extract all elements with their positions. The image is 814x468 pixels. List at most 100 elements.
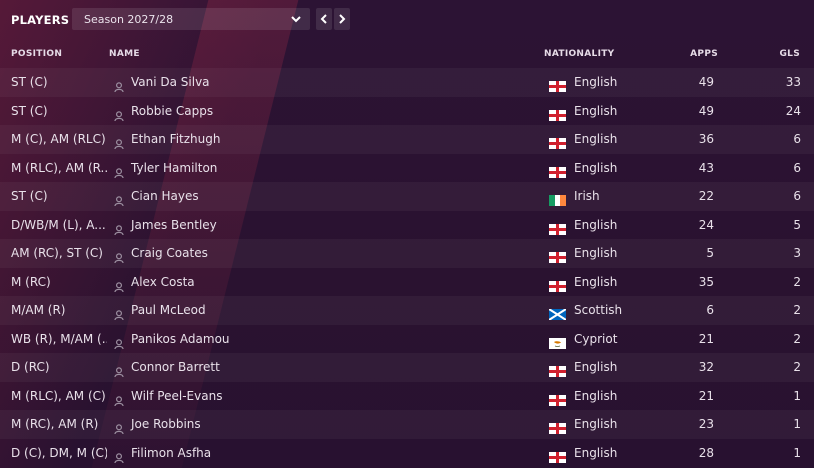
table-row[interactable]: M (C), AM (RLC) Ethan Fitzhugh English 3… (0, 125, 814, 154)
player-apps: 35 (698, 274, 714, 289)
previous-season-button[interactable] (316, 8, 332, 30)
player-apps: 28 (698, 445, 714, 460)
player-apps: 22 (698, 189, 714, 203)
table-row[interactable]: ST (C) Cian Hayes Irish 22 6 (0, 182, 814, 211)
season-dropdown[interactable]: Season 2027/28 (72, 8, 310, 30)
player-icon (114, 448, 124, 463)
player-name[interactable]: Joe Robbins (131, 417, 201, 431)
column-header-name[interactable]: NAME (109, 49, 140, 59)
panel-title: PLAYERS (11, 13, 70, 27)
table-row[interactable]: ST (C) Robbie Capps English 49 24 (0, 97, 814, 126)
column-header-nationality[interactable]: NATIONALITY (544, 49, 614, 59)
player-position: AM (RC), ST (C) (11, 246, 103, 260)
player-goals: 3 (793, 246, 801, 260)
player-apps: 43 (698, 160, 714, 175)
flag-england-icon (549, 106, 566, 121)
table-row[interactable]: M/AM (R) Paul McLeod Scottish 6 2 (0, 296, 814, 325)
player-position: M/AM (R) (11, 303, 66, 317)
player-icon (114, 362, 124, 378)
flag-ireland-icon (549, 191, 566, 206)
table-row[interactable]: D/WB/M (L), A... James Bentley English 2… (0, 211, 814, 240)
player-nationality: Scottish (574, 303, 623, 317)
player-nationality: English (574, 75, 618, 89)
players-table-body: ST (C) Vani Da Silva English 49 33 ST (C… (0, 68, 814, 467)
flag-england-icon (549, 419, 566, 434)
player-name[interactable]: Wilf Peel-Evans (131, 389, 222, 403)
flag-england-icon (549, 362, 566, 377)
player-nationality: English (574, 103, 618, 118)
player-apps: 5 (706, 246, 714, 260)
player-position: M (C), AM (RLC) (11, 132, 106, 146)
player-position: ST (C) (11, 189, 48, 203)
table-row[interactable]: ST (C) Vani Da Silva English 49 33 (0, 68, 814, 97)
table-row[interactable]: D (C), DM, M (C) Filimon Asfha English 2… (0, 439, 814, 468)
player-name[interactable]: Filimon Asfha (131, 446, 211, 460)
table-header: POSITION NAME NATIONALITY APPS GLS (0, 42, 814, 68)
player-name[interactable]: Vani Da Silva (131, 75, 210, 89)
column-header-apps[interactable]: APPS (690, 49, 718, 59)
flag-england-icon (549, 134, 566, 149)
player-position: M (RLC), AM (R... (11, 160, 107, 175)
player-name[interactable]: Tyler Hamilton (131, 161, 217, 175)
next-season-button[interactable] (334, 8, 350, 30)
player-goals: 2 (793, 331, 801, 346)
flag-england-icon (549, 277, 566, 292)
flag-england-icon (549, 448, 566, 463)
column-header-position[interactable]: POSITION (11, 49, 62, 59)
player-icon (114, 191, 124, 207)
player-icon (114, 419, 124, 435)
flag-england-icon (549, 163, 566, 178)
player-icon (114, 305, 124, 321)
player-nationality: English (574, 274, 618, 289)
player-name[interactable]: Robbie Capps (131, 104, 213, 118)
player-nationality: English (574, 160, 618, 175)
player-icon (114, 248, 124, 264)
player-icon (114, 106, 124, 121)
player-goals: 1 (793, 388, 801, 403)
player-goals: 1 (793, 417, 801, 431)
column-header-gls[interactable]: GLS (779, 49, 800, 59)
table-row[interactable]: WB (R), M/AM (... Panikos Adamou Cypriot… (0, 325, 814, 354)
player-position: D (C), DM, M (C) (11, 445, 107, 460)
player-nationality: English (574, 217, 618, 232)
player-icon (114, 220, 124, 235)
player-icon (114, 391, 124, 406)
player-nationality: English (574, 246, 618, 260)
player-icon (114, 134, 124, 150)
table-row[interactable]: M (RLC), AM (R... Tyler Hamilton English… (0, 154, 814, 183)
player-apps: 49 (698, 103, 714, 118)
player-position: M (RLC), AM (C) (11, 388, 106, 403)
player-name[interactable]: Alex Costa (131, 275, 195, 289)
player-name[interactable]: Paul McLeod (131, 303, 206, 317)
player-apps: 23 (698, 417, 714, 431)
player-apps: 32 (698, 360, 714, 374)
player-apps: 21 (698, 331, 714, 346)
player-name[interactable]: Craig Coates (131, 246, 208, 260)
player-goals: 24 (785, 103, 801, 118)
player-nationality: English (574, 132, 618, 146)
player-name[interactable]: Connor Barrett (131, 360, 220, 374)
player-name[interactable]: Panikos Adamou (131, 332, 230, 346)
player-goals: 5 (793, 217, 801, 232)
player-icon (114, 334, 124, 349)
player-name[interactable]: Ethan Fitzhugh (131, 132, 220, 146)
player-goals: 33 (785, 75, 801, 89)
chevron-down-icon (289, 11, 303, 27)
player-position: WB (R), M/AM (... (11, 331, 107, 346)
table-row[interactable]: M (RC), AM (R) Joe Robbins English 23 1 (0, 410, 814, 439)
player-nationality: Cypriot (574, 331, 618, 346)
player-position: D (RC) (11, 360, 50, 374)
table-row[interactable]: AM (RC), ST (C) Craig Coates English 5 3 (0, 239, 814, 268)
player-name[interactable]: James Bentley (131, 218, 217, 232)
player-goals: 2 (793, 303, 801, 317)
flag-england-icon (549, 77, 566, 92)
player-name[interactable]: Cian Hayes (131, 189, 199, 203)
player-goals: 2 (793, 360, 801, 374)
player-position: M (RC) (11, 274, 51, 289)
table-row[interactable]: M (RLC), AM (C) Wilf Peel-Evans English … (0, 382, 814, 411)
player-icon (114, 77, 124, 93)
player-goals: 6 (793, 160, 801, 175)
player-goals: 6 (793, 189, 801, 203)
table-row[interactable]: D (RC) Connor Barrett English 32 2 (0, 353, 814, 382)
table-row[interactable]: M (RC) Alex Costa English 35 2 (0, 268, 814, 297)
